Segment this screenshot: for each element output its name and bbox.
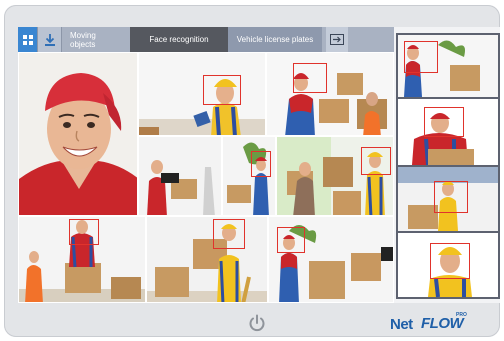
screen: Moving objects Face recognition Vehicle …	[18, 27, 500, 303]
camera-image-1	[19, 53, 137, 215]
monitor-device: Moving objects Face recognition Vehicle …	[4, 5, 500, 337]
camera-image-3	[267, 53, 393, 135]
detected-face-2[interactable]	[398, 99, 498, 165]
toolbar: Moving objects Face recognition Vehicle …	[18, 27, 394, 52]
face-detection-box	[404, 41, 438, 73]
exit-icon	[330, 34, 344, 45]
exit-button[interactable]	[326, 27, 348, 52]
camera-feed-6[interactable]	[276, 136, 394, 216]
face-detection-box	[277, 227, 305, 253]
face-detection-box	[424, 107, 464, 137]
face-detection-box	[430, 243, 470, 279]
face-detection-box	[251, 151, 271, 177]
tab-moving-objects[interactable]: Moving objects	[62, 27, 130, 52]
tab-vehicle-license-plates[interactable]: Vehicle license plates	[228, 27, 322, 52]
camera-feed-1[interactable]	[18, 52, 138, 216]
camera-image-4	[139, 137, 221, 215]
download-button[interactable]	[38, 27, 62, 52]
logo-pro-text: PRO	[456, 312, 467, 318]
camera-feed-9[interactable]	[268, 216, 394, 303]
camera-feed-2[interactable]	[138, 52, 266, 136]
power-button[interactable]	[247, 313, 267, 333]
device-bottom-bar: Net FLOW PRO	[4, 305, 500, 337]
grid-view-button[interactable]	[18, 27, 38, 52]
detected-face-3[interactable]	[398, 167, 498, 231]
face-detection-box	[361, 147, 391, 175]
face-detection-box	[293, 63, 327, 93]
face-detection-box	[203, 75, 241, 105]
detected-face-1[interactable]	[398, 35, 498, 97]
face-detection-box	[69, 219, 99, 245]
camera-grid	[18, 52, 394, 303]
camera-feed-8[interactable]	[146, 216, 268, 303]
face-detection-box	[213, 219, 245, 249]
camera-feed-3[interactable]	[266, 52, 394, 136]
camera-feed-7[interactable]	[18, 216, 146, 303]
grid-icon	[22, 34, 33, 45]
camera-image-8	[147, 217, 267, 302]
logo-net-text: Net	[390, 316, 413, 333]
netflow-logo: Net FLOW PRO	[390, 311, 470, 335]
power-icon	[249, 314, 265, 332]
download-icon	[44, 33, 55, 46]
detected-face-4[interactable]	[398, 233, 498, 297]
face-detection-box	[434, 181, 468, 213]
detected-faces-panel	[396, 33, 500, 299]
camera-feed-5[interactable]	[222, 136, 276, 216]
tab-face-recognition[interactable]: Face recognition	[130, 27, 228, 52]
camera-feed-4[interactable]	[138, 136, 222, 216]
